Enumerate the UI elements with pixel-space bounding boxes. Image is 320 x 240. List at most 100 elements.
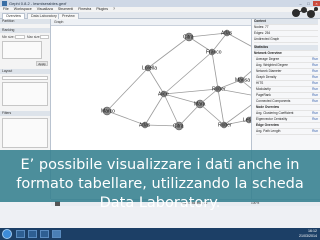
- max-size-input[interactable]: [40, 35, 49, 39]
- layout-properties: [2, 82, 48, 106]
- statistic-label: HITS: [256, 81, 264, 85]
- graph-edge: [163, 88, 219, 95]
- nodes-count-label: Nodes:: [254, 25, 265, 29]
- statistic-label: Network Diameter: [256, 69, 282, 73]
- graph-node-label: Alice: [158, 92, 169, 98]
- explorer-taskbar-icon[interactable]: [16, 230, 25, 238]
- graph-node-label: Atlas: [221, 31, 233, 37]
- graph-edge: [163, 51, 213, 95]
- title-bar: Gephi 0.8.2 - lesmiserables.gexf – □ ×: [0, 0, 320, 7]
- graph-node-label: Lorella: [142, 66, 157, 72]
- menu-workspace[interactable]: Workspace: [14, 7, 32, 11]
- run-statistic-button[interactable]: Run: [312, 75, 318, 80]
- statistic-label: Avg. Clustering Coefficient: [256, 111, 294, 115]
- graph-node[interactable]: Mara: [194, 99, 206, 109]
- filters-tree[interactable]: [2, 118, 48, 148]
- run-statistic-button[interactable]: Run: [312, 57, 318, 62]
- edges-count-label: Edges:: [254, 31, 264, 35]
- filters-header: Filters: [0, 111, 50, 116]
- min-size-input[interactable]: [15, 35, 25, 39]
- run-statistic-button[interactable]: Run: [312, 69, 318, 74]
- menu-help[interactable]: ?: [113, 7, 115, 11]
- graph-node[interactable]: Leta: [243, 116, 251, 124]
- graph-node-label: Franco: [206, 50, 222, 56]
- graph-node-label: Marisa: [235, 78, 250, 84]
- statistic-label: Graph Density: [256, 75, 277, 79]
- graph-node[interactable]: Marisa: [235, 76, 250, 84]
- graph-node[interactable]: Rober: [218, 121, 232, 129]
- statistic-label: Avg. Path Length: [256, 129, 281, 133]
- graph-toolbar-label: Graph: [54, 20, 64, 24]
- graph-node[interactable]: Atlas: [221, 29, 233, 37]
- graph-node[interactable]: Marco: [101, 106, 115, 116]
- statistic-row: Avg. Path Length Run: [256, 129, 320, 135]
- graph-node[interactable]: Alice: [158, 90, 169, 98]
- ranking-preview: [2, 41, 42, 59]
- statistic-label: Eigenvector Centrality: [256, 117, 288, 121]
- clock-date: 21/03/2014: [299, 234, 317, 238]
- workspace-tabs: Overview Data Laboratory Preview: [0, 12, 320, 19]
- browser-taskbar-icon[interactable]: [28, 230, 37, 238]
- folder-taskbar-icon[interactable]: [40, 230, 49, 238]
- run-statistic-button[interactable]: Run: [312, 99, 318, 104]
- nodes-count-value: 77: [265, 25, 269, 29]
- start-button[interactable]: [2, 229, 12, 239]
- layout-header: Layout: [0, 69, 50, 74]
- run-statistic-button[interactable]: Run: [312, 111, 318, 116]
- menu-tools[interactable]: Strumenti: [58, 7, 73, 11]
- max-size-label: Max size:: [27, 35, 41, 39]
- gephi-logo-icon: [291, 6, 318, 20]
- graph-node-label: Mara: [194, 102, 206, 108]
- statistic-label: Modularity: [256, 87, 271, 91]
- graph-edge: [217, 88, 225, 126]
- statistic-label: Edge Overview: [256, 123, 279, 127]
- graph-node[interactable]: Lorella: [142, 64, 157, 72]
- ranking-header: Ranking: [0, 28, 50, 33]
- min-size-label: Min size:: [2, 35, 15, 39]
- graph-node-label: Leta: [243, 118, 251, 124]
- graph-node-label: Citra: [183, 35, 194, 41]
- graph-edge: [163, 93, 180, 127]
- graph-type-label: Undirected Graph: [254, 37, 318, 43]
- run-statistic-button[interactable]: Run: [312, 117, 318, 122]
- run-statistic-button[interactable]: Run: [312, 63, 318, 68]
- statistic-label: PageRank: [256, 93, 271, 97]
- gephi-taskbar-icon[interactable]: [52, 230, 61, 238]
- graph-node[interactable]: Citra: [173, 121, 184, 131]
- edges-count-value: 254: [264, 31, 271, 35]
- graph-node[interactable]: Atlas: [139, 121, 151, 129]
- graph-node[interactable]: Franco: [206, 48, 222, 56]
- caption-text: E’ possibile visualizzare i dati anche i…: [16, 157, 304, 211]
- partition-header: Partition: [0, 19, 50, 24]
- menu-window[interactable]: Finestra: [78, 7, 91, 11]
- apply-ranking-button[interactable]: Apply: [36, 61, 48, 66]
- windows-taskbar: 16:12 21/03/2014: [0, 228, 320, 240]
- statistic-label: Connected Components: [256, 99, 291, 103]
- graph-node-label: Atlas: [139, 123, 151, 129]
- menu-view[interactable]: Visualizza: [37, 7, 53, 11]
- system-clock: 16:12 21/03/2014: [299, 229, 317, 239]
- menu-plugins[interactable]: Plugins: [96, 7, 108, 11]
- layout-select[interactable]: [2, 76, 48, 80]
- graph-node-label: Citra: [173, 124, 184, 130]
- menu-file[interactable]: File: [3, 7, 9, 11]
- graph-edge: [144, 93, 165, 126]
- statistic-label: Node Overview: [256, 105, 280, 109]
- run-statistic-button[interactable]: Run: [312, 129, 318, 134]
- graph-node-label: Rober: [212, 87, 226, 93]
- graph-edge: [147, 67, 165, 95]
- window-title: Gephi 0.8.2 - lesmiserables.gexf: [9, 1, 67, 6]
- gephi-app-icon: [2, 1, 7, 6]
- graph-edge: [147, 36, 190, 69]
- graph-node-label: Rober: [218, 123, 232, 129]
- graph-node[interactable]: Citra: [183, 32, 194, 42]
- run-statistic-button[interactable]: Run: [312, 87, 318, 92]
- graph-node-label: Marco: [101, 109, 115, 115]
- graph-edge: [106, 67, 149, 112]
- run-statistic-button[interactable]: Run: [312, 93, 318, 98]
- graph-edge: [240, 70, 251, 81]
- graph-node[interactable]: Rober: [212, 85, 226, 93]
- statistic-label: Average Degree: [256, 57, 280, 61]
- run-statistic-button[interactable]: Run: [312, 81, 318, 86]
- statistic-label: Avg. Weighted Degree: [256, 63, 288, 67]
